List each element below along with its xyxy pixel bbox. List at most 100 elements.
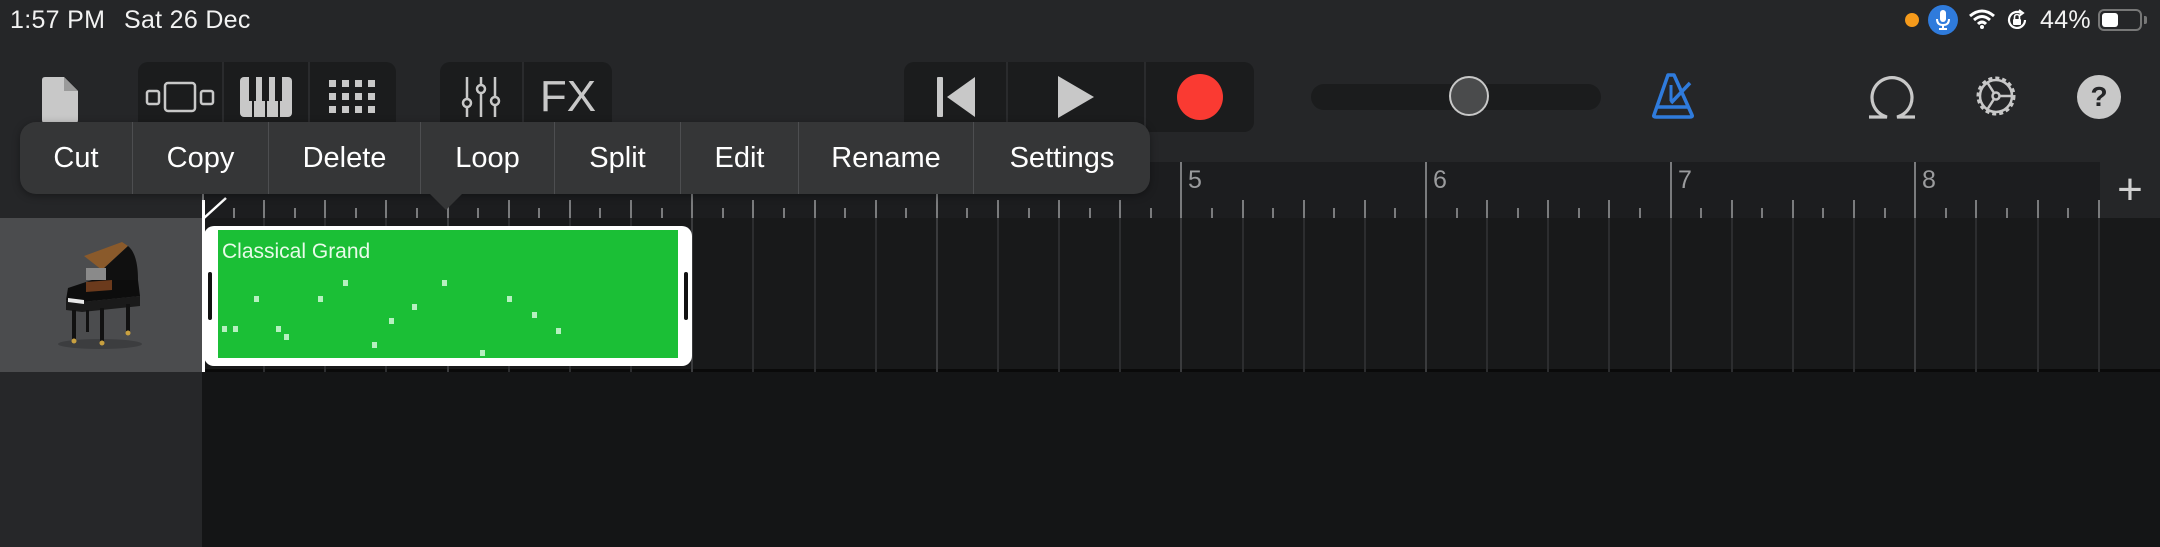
subdivision-tick [1272,208,1274,218]
add-section-button[interactable]: + [2100,162,2160,218]
grid-line [1608,218,1610,372]
menu-item-loop[interactable]: Loop [421,122,555,194]
midi-note [412,304,417,310]
menu-item-cut[interactable]: Cut [20,122,133,194]
midi-note [556,328,561,334]
subdivision-tick [2067,208,2069,218]
my-songs-button[interactable] [38,70,82,130]
beat-tick [1486,200,1488,218]
metronome-icon [1652,73,1694,119]
playhead[interactable] [202,200,205,372]
subdivision-tick [1456,208,1458,218]
grid-line [2037,218,2039,372]
help-button[interactable]: ? [2077,75,2121,119]
subdivision-tick [722,208,724,218]
subdivision-tick [1639,208,1641,218]
status-time: 1:57 PM [10,6,106,34]
region-left-trim-handle[interactable] [208,272,212,320]
midi-note [372,342,377,348]
subdivision-tick [905,208,907,218]
region-classical-grand[interactable]: Classical Grand [204,226,692,366]
subdivision-tick [233,208,235,218]
master-volume-slider[interactable] [1311,76,1601,116]
subdivision-tick [1394,208,1396,218]
subdivision-tick [1517,208,1519,218]
record-button[interactable] [1146,62,1254,132]
subdivision-tick [1333,208,1335,218]
orientation-lock-icon [2005,8,2029,37]
beat-tick [508,200,510,218]
grid-line [1364,218,1366,372]
bar-number-label: 7 [1678,166,1692,194]
grid-line [1975,218,1977,372]
menu-item-settings[interactable]: Settings [974,122,1150,194]
playhead-marker[interactable] [202,196,230,220]
microphone-icon [1928,5,1958,35]
metronome-button[interactable] [1650,70,1698,122]
mixer-sliders-icon [461,77,501,117]
subdivision-tick [1700,208,1702,218]
beat-tick [1853,200,1855,218]
menu-item-rename[interactable]: Rename [799,122,974,194]
subdivision-tick [416,208,418,218]
midi-note [480,350,485,356]
battery-percent: 44% [2040,6,2091,34]
settings-button[interactable] [1970,70,2022,122]
grid-line [1853,218,1855,372]
subdivision-tick [1028,208,1030,218]
subdivision-tick [1945,208,1947,218]
grid-line [1180,218,1182,372]
grid-line [1486,218,1488,372]
beat-tick [1975,200,1977,218]
track-header-empty-area [0,372,202,547]
midi-note [442,280,447,286]
bar-number-label: 8 [1922,166,1936,194]
battery-level [2102,13,2118,27]
subdivision-tick [1150,208,1152,218]
keyboard-icon [240,77,292,117]
menu-item-edit[interactable]: Edit [681,122,799,194]
grand-piano-icon [58,242,142,349]
region-right-trim-handle[interactable] [684,272,688,320]
go-to-start-icon [937,77,975,117]
beat-tick [875,200,877,218]
subdivision-tick [661,208,663,218]
beat-tick [1242,200,1244,218]
subdivision-tick [1578,208,1580,218]
grid-line [1242,218,1244,372]
subdivision-tick [1761,208,1763,218]
grid-line [1058,218,1060,372]
beat-tick [324,200,326,218]
tracks-view-icon [145,81,215,113]
play-icon [1058,76,1094,118]
grid-line [1914,218,1916,372]
master-volume-knob[interactable] [1449,76,1489,116]
battery-tip [2144,16,2147,24]
grid-pads-icon [329,80,375,113]
menu-item-copy[interactable]: Copy [133,122,269,194]
bar-number-label: 5 [1188,166,1202,194]
beat-tick [1731,200,1733,218]
menu-item-split[interactable]: Split [555,122,681,194]
grid-line [1425,218,1427,372]
beat-tick [997,200,999,218]
grid-line [2098,218,2100,372]
region-name: Classical Grand [222,240,371,263]
grid-line [1792,218,1794,372]
loop-browser-button[interactable] [1866,72,1918,120]
grid-line [997,218,999,372]
midi-note [389,318,394,324]
subdivision-tick [1211,208,1213,218]
bar-line [1670,162,1672,218]
region-context-menu: Cut Copy Delete Loop Split Edit Rename S… [20,122,1150,194]
midi-note [318,296,323,302]
menu-item-delete[interactable]: Delete [269,122,421,194]
subdivision-tick [1822,208,1824,218]
status-bar: 1:57 PM Sat 26 Dec 44% [0,0,2160,40]
subdivision-tick [538,208,540,218]
orange-dot-icon [1905,13,1919,27]
grid-line [1547,218,1549,372]
grid-line [752,218,754,372]
track-header[interactable] [0,218,202,372]
subdivision-tick [477,208,479,218]
